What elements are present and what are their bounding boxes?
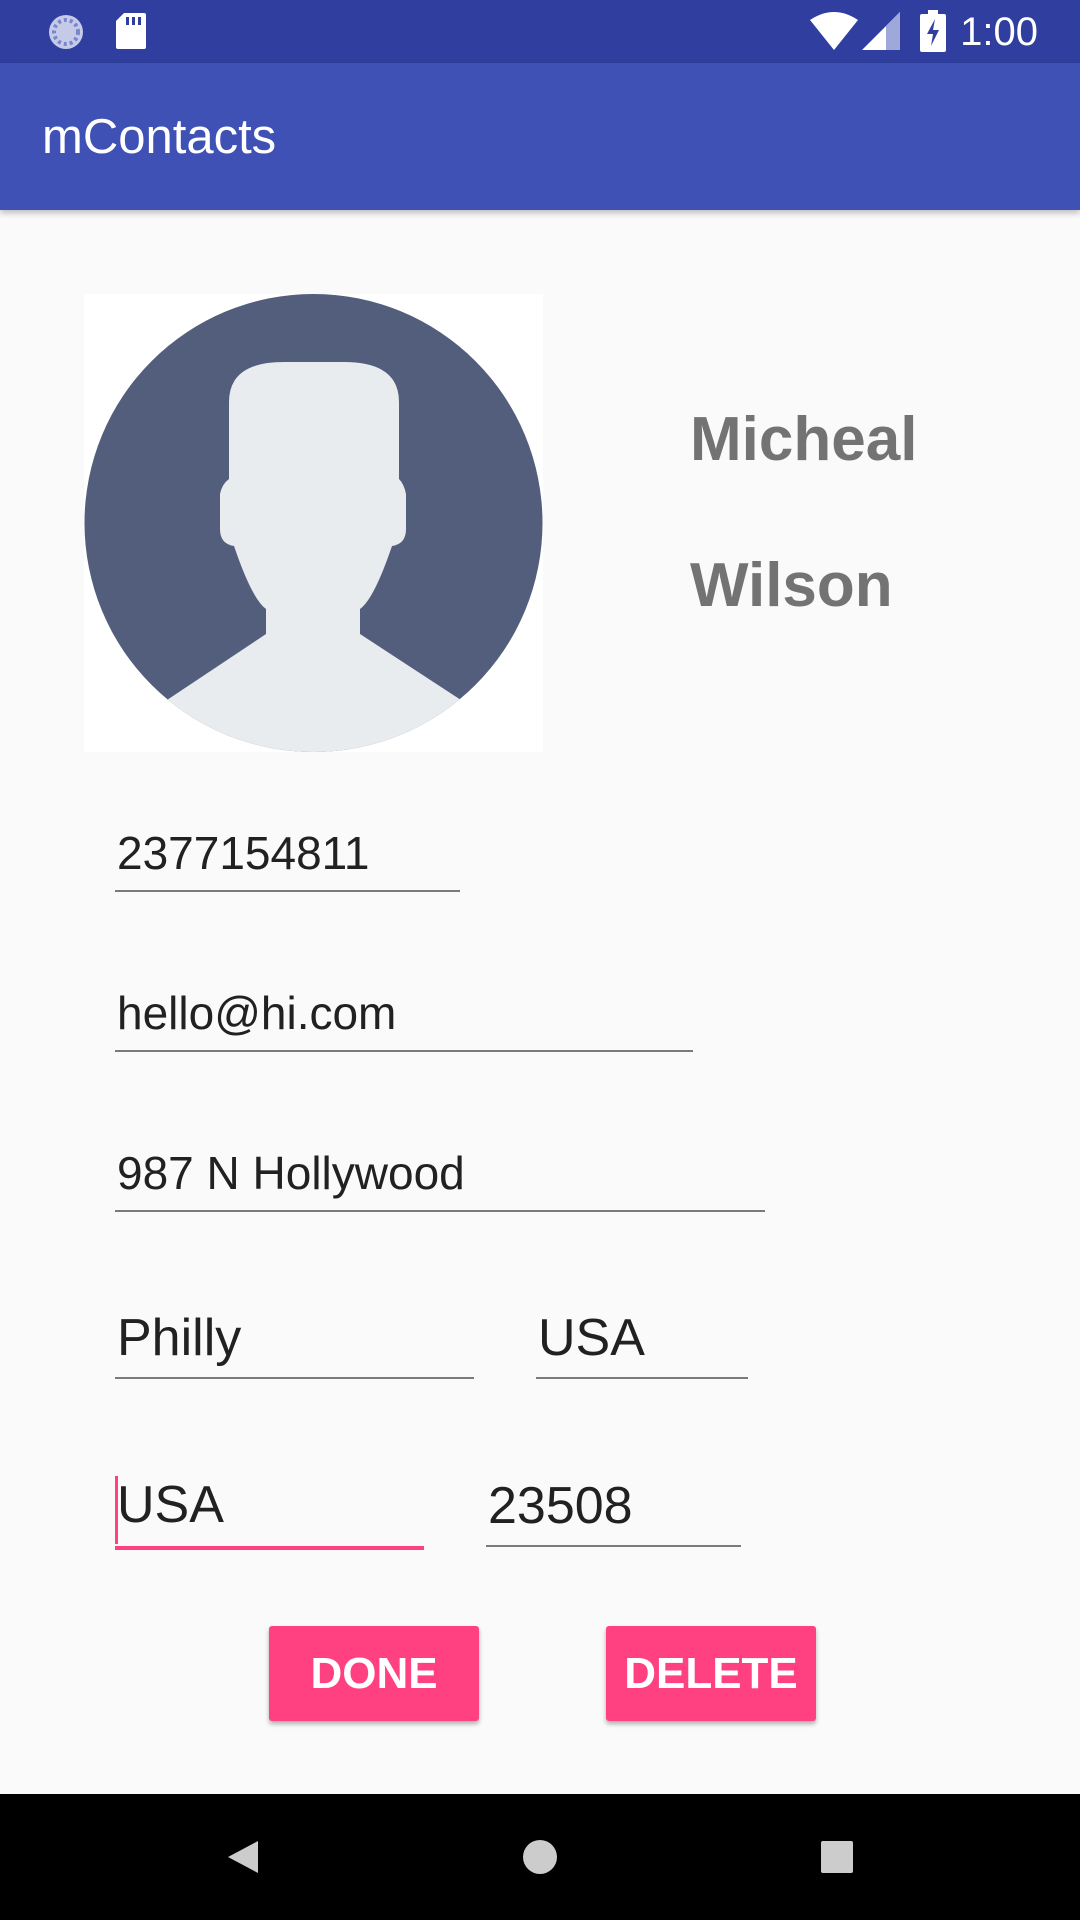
sd-card-icon: [116, 13, 146, 49]
home-icon[interactable]: [507, 1824, 573, 1890]
state-field[interactable]: USA: [536, 1307, 748, 1379]
city-value: Philly: [117, 1309, 242, 1367]
phone-value: 2377154811: [117, 827, 370, 879]
wifi-icon: [810, 12, 858, 50]
zip-field[interactable]: 23508: [486, 1475, 741, 1547]
street-field[interactable]: 987 N Hollywood: [115, 1145, 765, 1212]
navigation-bar: [0, 1794, 1080, 1920]
battery-charging-icon: [920, 10, 946, 52]
email-field[interactable]: hello@hi.com: [115, 985, 693, 1052]
state-value: USA: [538, 1309, 645, 1367]
person-silhouette-icon: [84, 294, 543, 752]
zip-value: 23508: [488, 1477, 633, 1535]
app-title: mContacts: [42, 110, 277, 164]
contact-avatar[interactable]: [84, 294, 543, 752]
app-bar: mContacts: [0, 63, 1080, 210]
contact-first-name: Micheal: [690, 405, 918, 474]
status-bar: 1:00: [0, 0, 1080, 63]
country-field[interactable]: USA: [115, 1474, 424, 1550]
sync-icon: [49, 15, 83, 49]
signal-icon: [862, 12, 900, 50]
phone-field[interactable]: 2377154811: [115, 825, 460, 892]
done-button[interactable]: DONE: [269, 1626, 479, 1721]
country-value: USA: [117, 1476, 224, 1534]
delete-button[interactable]: DELETE: [606, 1626, 816, 1721]
city-field[interactable]: Philly: [115, 1307, 474, 1379]
text-cursor: [115, 1476, 118, 1544]
back-icon[interactable]: [210, 1824, 276, 1890]
recents-icon[interactable]: [804, 1824, 870, 1890]
status-time: 1:00: [960, 10, 1038, 54]
street-value: 987 N Hollywood: [117, 1147, 465, 1199]
contact-last-name: Wilson: [690, 551, 893, 620]
email-value: hello@hi.com: [117, 987, 397, 1039]
